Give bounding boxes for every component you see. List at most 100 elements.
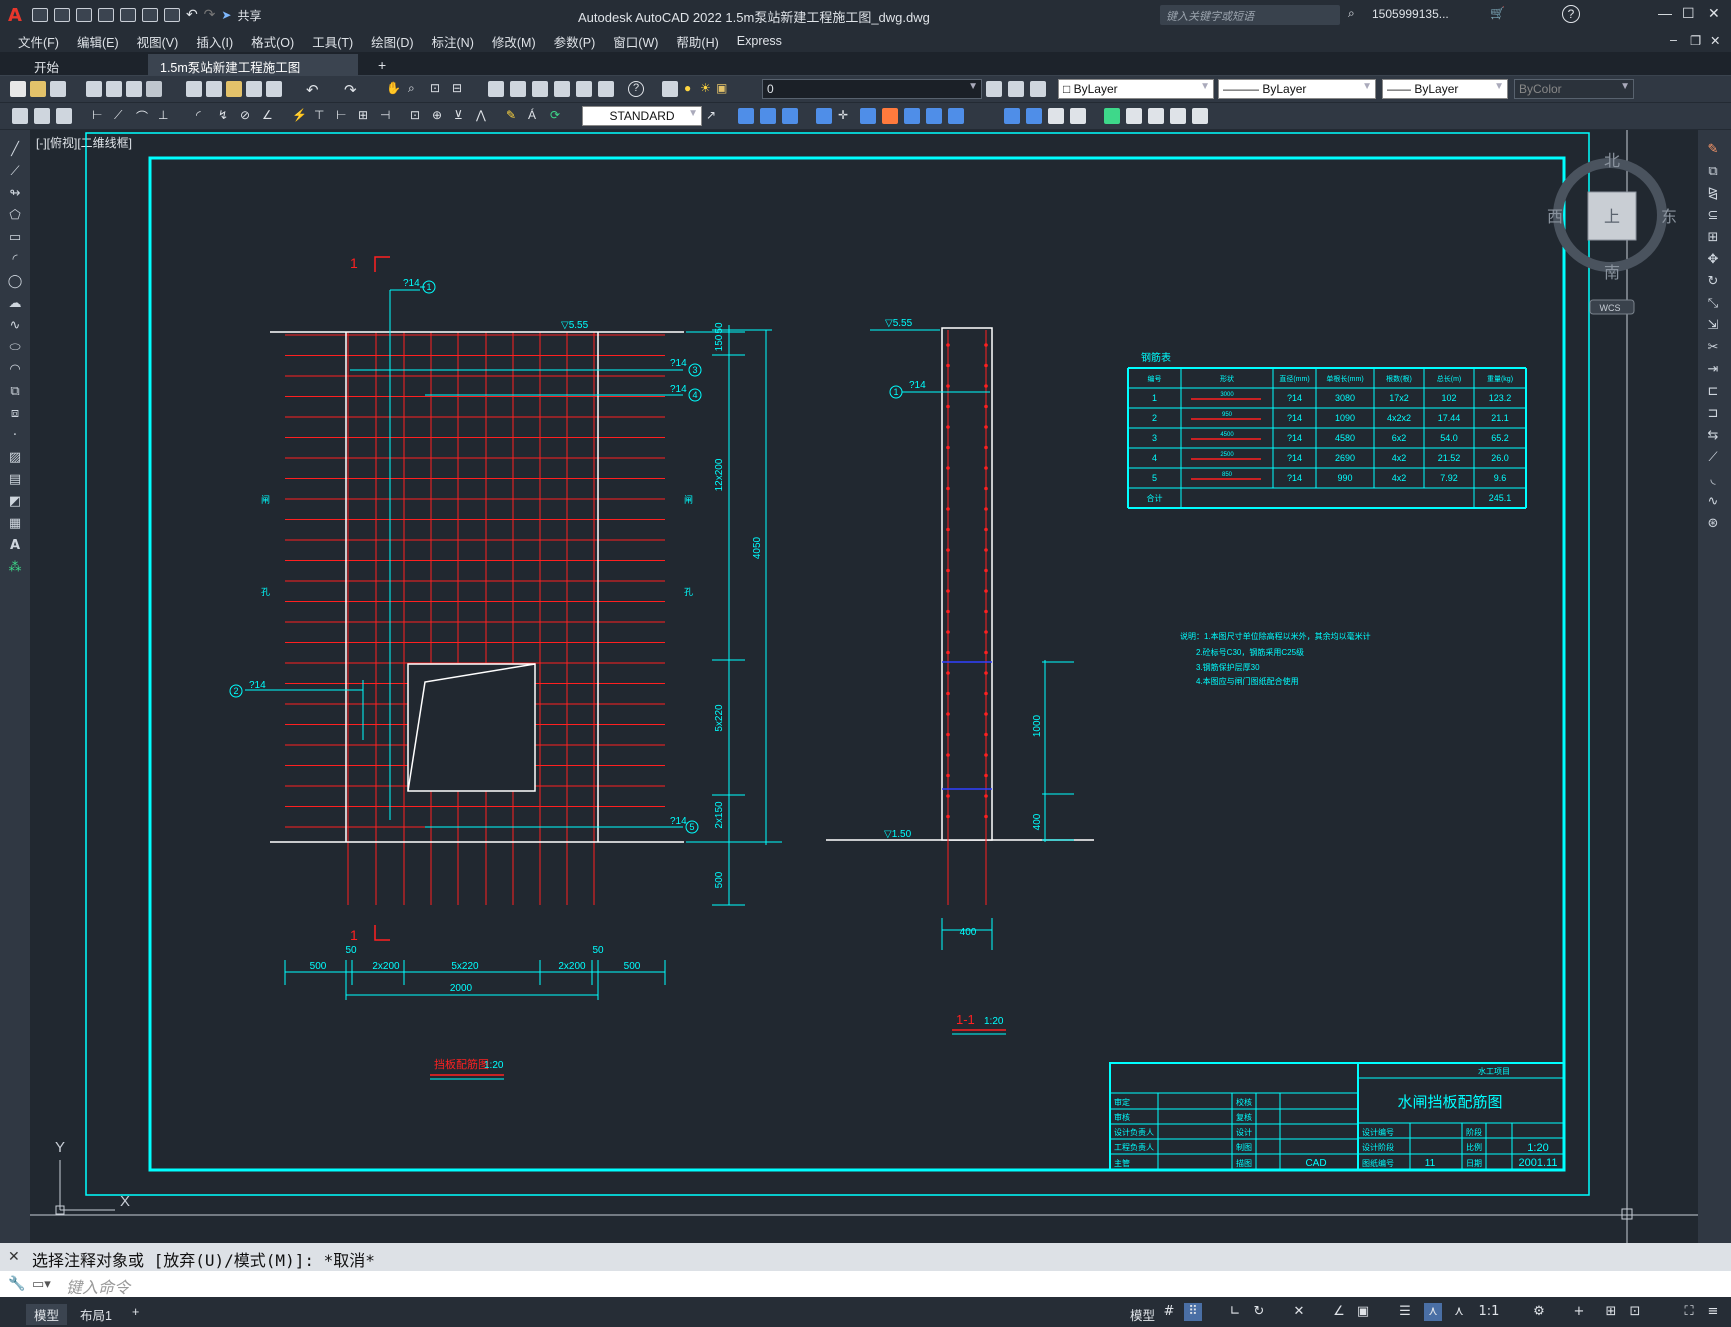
calculator-icon[interactable] (598, 81, 614, 97)
markup-icon[interactable] (576, 81, 592, 97)
customize-icon[interactable]: 🔧 (8, 1275, 25, 1292)
explode-icon[interactable]: ⊛ (1705, 516, 1721, 532)
layer-isolate-icon[interactable] (12, 108, 28, 124)
recent-commands-icon[interactable]: ▭▾ (32, 1276, 51, 1292)
application-menu-button[interactable]: A (8, 5, 22, 26)
layer-previous-icon[interactable] (1008, 81, 1024, 97)
ortho-icon[interactable]: ∟ (1226, 1303, 1244, 1321)
doc-minimize-icon[interactable]: – (1670, 33, 1677, 47)
break-at-point-icon[interactable]: ⊏ (1705, 384, 1721, 400)
ellipse-arc-icon[interactable]: ◠ (7, 362, 23, 378)
join-icon[interactable]: ⇆ (1705, 428, 1721, 444)
menu-help[interactable]: 帮助(H) (676, 32, 718, 51)
zoom-window-icon[interactable]: ⊡ (430, 81, 446, 97)
rotate-icon[interactable] (860, 108, 876, 124)
open-icon[interactable] (53, 8, 70, 22)
chamfer-icon[interactable]: ⟋ (1705, 450, 1721, 466)
copy-icon[interactable] (206, 81, 222, 97)
viewcube-top-face[interactable]: 上 (1604, 208, 1620, 226)
line-icon[interactable]: ╱ (7, 142, 23, 158)
layer-dropdown[interactable]: 0 ▼ (762, 79, 982, 99)
make-block-icon[interactable]: ⧈ (7, 406, 23, 422)
menu-format[interactable]: 格式(O) (251, 32, 294, 51)
viewcube-east[interactable]: 东 (1661, 208, 1677, 226)
break-icon[interactable]: ⊐ (1705, 406, 1721, 422)
arc-length-icon[interactable]: ⌒ (136, 108, 152, 124)
pan-icon[interactable]: ✋ (386, 81, 402, 97)
fullscreen-icon[interactable]: ⛶ (1680, 1303, 1698, 1321)
open-icon[interactable] (30, 81, 46, 97)
cut-icon[interactable] (186, 81, 202, 97)
doc-restore-icon[interactable]: ❐ (1690, 33, 1701, 48)
new-tab-button[interactable]: + (366, 54, 398, 76)
radius-dimension-icon[interactable]: ◜ (196, 108, 212, 124)
move-icon[interactable]: ✛ (838, 108, 854, 124)
multiline-text-icon[interactable]: A (7, 538, 23, 554)
viewcube[interactable] (1553, 158, 1667, 315)
extend-icon[interactable] (948, 108, 964, 124)
share-label[interactable]: 共享 (237, 7, 261, 24)
sheet-set-icon[interactable] (554, 81, 570, 97)
customization-icon[interactable]: ≡ (1704, 1303, 1722, 1321)
maximize-icon[interactable]: ☐ (1682, 5, 1695, 22)
array-icon[interactable]: ⊞ (1705, 230, 1721, 246)
ordinate-dimension-icon[interactable]: ⊥ (158, 108, 174, 124)
menu-parametric[interactable]: 参数(P) (554, 32, 596, 51)
menu-dimension[interactable]: 标注(N) (432, 32, 474, 51)
layer-walk-icon[interactable] (56, 108, 72, 124)
search-icon[interactable]: ⌕ (1348, 6, 1355, 21)
redo-icon[interactable]: ↷ (204, 7, 216, 23)
menu-insert[interactable]: 插入(I) (196, 32, 233, 51)
help-search-input[interactable]: 键入关键字或短语 (1160, 5, 1340, 25)
menu-draw[interactable]: 绘图(D) (371, 32, 413, 51)
stretch-icon[interactable] (904, 108, 920, 124)
construction-line-icon[interactable]: ⟋ (7, 164, 23, 180)
polar-icon[interactable]: ↻ (1250, 1303, 1268, 1321)
doc-close-icon[interactable]: ✕ (1710, 33, 1720, 48)
spline-icon[interactable]: ∿ (7, 318, 23, 334)
cart-icon[interactable]: 🛒 (1490, 6, 1505, 20)
arc-icon[interactable]: ◜ (7, 252, 23, 268)
blend-icon[interactable]: ∿ (1705, 494, 1721, 510)
quick-properties-icon[interactable]: ⊡ (1626, 1303, 1644, 1321)
3d-print-icon[interactable] (146, 81, 162, 97)
tab-model[interactable]: 模型 (26, 1304, 68, 1325)
undo-icon[interactable]: ↶ (186, 7, 198, 23)
add-layout-icon[interactable]: + (124, 1304, 147, 1320)
draworder-front-icon[interactable] (1170, 108, 1186, 124)
gradient-icon[interactable]: ▤ (7, 472, 23, 488)
add-selected-icon[interactable]: ⁂ (7, 560, 23, 576)
revcloud-icon[interactable]: ☁ (7, 296, 23, 312)
linear-dimension-icon[interactable]: ⊢ (92, 108, 108, 124)
blend-curves-icon[interactable] (1126, 108, 1142, 124)
paste-icon[interactable] (226, 81, 242, 97)
tolerance-icon[interactable]: ⊡ (410, 108, 426, 124)
save-icon[interactable] (50, 81, 66, 97)
match-properties-icon[interactable] (246, 81, 262, 97)
break-icon[interactable] (1004, 108, 1020, 124)
user-account[interactable]: 1505999135... (1372, 7, 1449, 21)
offset-icon[interactable] (782, 108, 798, 124)
erase-icon[interactable]: ✎ (1705, 142, 1721, 158)
dimension-style-dropdown[interactable]: STANDARD ▼ (582, 106, 702, 126)
autoscale-icon[interactable]: ⋏ (1450, 1303, 1468, 1321)
lineweight-icon[interactable]: ☰ (1396, 1303, 1414, 1321)
viewcube-south[interactable]: 南 (1604, 264, 1620, 282)
baseline-dimension-icon[interactable]: ⊤ (314, 108, 330, 124)
osnap-tracking-icon[interactable]: ✕ (1290, 1303, 1308, 1321)
trim-icon[interactable]: ✂ (1705, 340, 1721, 356)
ellipse-icon[interactable]: ⬭ (7, 340, 23, 356)
jogged-dimension-icon[interactable]: ↯ (218, 108, 234, 124)
gear-icon[interactable]: ⚙ (1530, 1303, 1548, 1321)
dimension-break-icon[interactable]: ⊣ (380, 108, 396, 124)
dimension-space-icon[interactable]: ⊞ (358, 108, 374, 124)
viewcube-north[interactable]: 北 (1604, 152, 1620, 170)
minimize-icon[interactable]: — (1658, 5, 1672, 21)
center-mark-icon[interactable]: ⊕ (432, 108, 448, 124)
linetype-dropdown[interactable]: ——— ByLayer ▼ (1218, 79, 1376, 99)
model-space-button[interactable]: 模型 (1122, 1304, 1163, 1325)
close-icon[interactable]: ✕ (1708, 5, 1720, 22)
plotstyle-dropdown[interactable]: ByColor ▼ (1514, 79, 1634, 99)
rotate-icon[interactable]: ↻ (1705, 274, 1721, 290)
new-icon[interactable] (31, 8, 48, 22)
